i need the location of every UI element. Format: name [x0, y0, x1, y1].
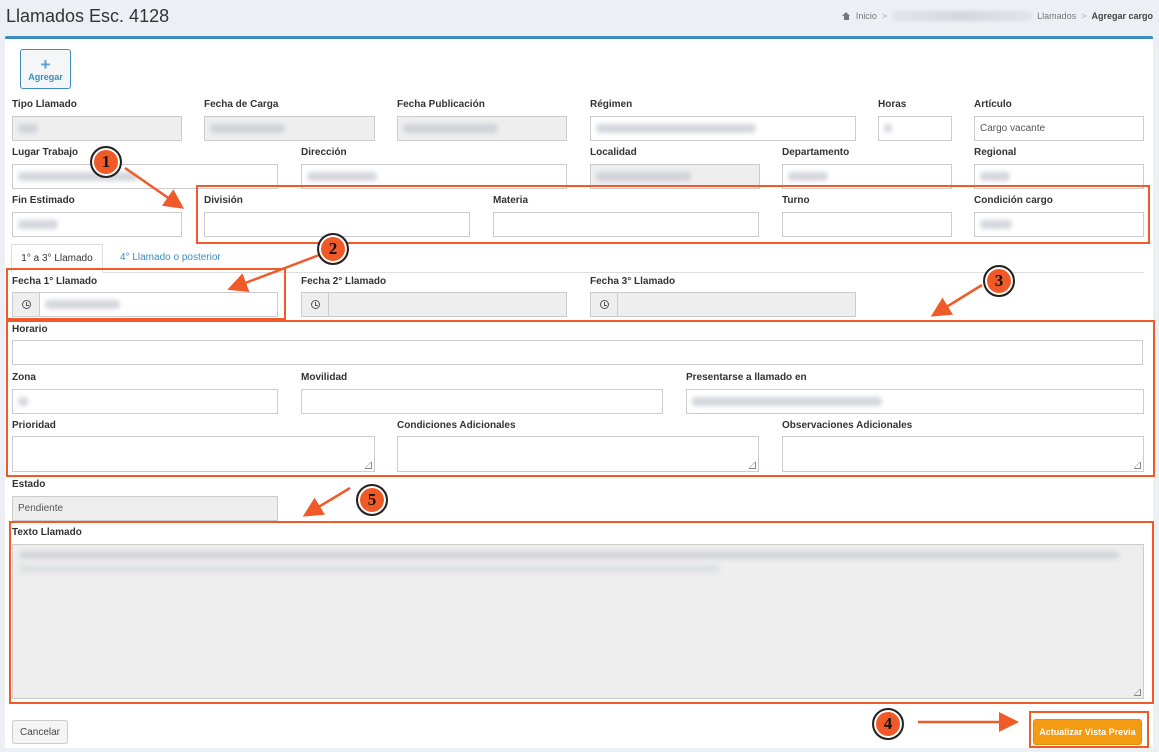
- tipo-llamado-field[interactable]: [12, 116, 182, 141]
- highlight-box-2: [6, 268, 286, 320]
- add-button-label: Agregar: [28, 71, 63, 82]
- tab-llamado-4-posterior[interactable]: 4° Llamado o posterior: [120, 252, 221, 263]
- articulo-field[interactable]: Cargo vacante: [974, 116, 1144, 141]
- highlight-box-3: [6, 320, 1155, 477]
- annotation-badge-4: 4: [872, 708, 904, 740]
- fin-estimado-label: Fin Estimado: [12, 195, 75, 206]
- fecha-3-field[interactable]: [617, 292, 856, 317]
- breadcrumb-separator: >: [1081, 11, 1087, 21]
- articulo-label: Artículo: [974, 99, 1012, 110]
- add-button[interactable]: + Agregar: [20, 49, 71, 89]
- fecha-carga-label: Fecha de Carga: [204, 99, 279, 110]
- breadcrumb-llamados[interactable]: Llamados: [1037, 11, 1076, 21]
- tipo-llamado-label: Tipo Llamado: [12, 99, 77, 110]
- departamento-label: Departamento: [782, 147, 850, 158]
- fecha-2-label: Fecha 2° Llamado: [301, 276, 387, 287]
- breadcrumb-current: Agregar cargo: [1091, 11, 1153, 21]
- breadcrumb-separator: >: [881, 11, 888, 21]
- localidad-label: Localidad: [590, 147, 637, 158]
- annotation-badge-1: 1: [90, 146, 122, 178]
- breadcrumb-school-redacted[interactable]: [892, 11, 1033, 21]
- content-header: Llamados Esc. 4128 Inicio > Llamados > A…: [0, 0, 1159, 36]
- cancel-button[interactable]: Cancelar: [12, 720, 68, 744]
- fecha-3-label: Fecha 3° Llamado: [590, 276, 676, 287]
- highlight-box-5: [9, 521, 1154, 704]
- page-title: Llamados Esc. 4128: [6, 6, 170, 26]
- home-icon: [841, 12, 851, 20]
- regional-label: Regional: [974, 147, 1017, 158]
- fin-estimado-field[interactable]: [12, 212, 182, 237]
- annotation-badge-3: 3: [983, 265, 1015, 297]
- annotation-badge-2: 2: [317, 233, 349, 265]
- fecha-publicacion-field[interactable]: [397, 116, 567, 141]
- lugar-trabajo-label: Lugar Trabajo: [12, 147, 79, 158]
- estado-field[interactable]: Pendiente: [12, 496, 278, 521]
- horas-field[interactable]: [878, 116, 952, 141]
- fecha-carga-field[interactable]: [204, 116, 375, 141]
- fecha-2-field[interactable]: [328, 292, 567, 317]
- horas-label: Horas: [878, 99, 907, 110]
- regimen-field[interactable]: [590, 116, 856, 141]
- estado-label: Estado: [12, 479, 46, 490]
- breadcrumb: Inicio > Llamados > Agregar cargo: [841, 11, 1153, 21]
- clock-icon: [599, 300, 609, 309]
- breadcrumb-home[interactable]: Inicio: [856, 11, 877, 21]
- highlight-box-4: [1029, 711, 1149, 748]
- direccion-label: Dirección: [301, 147, 347, 158]
- clock-icon: [310, 300, 320, 309]
- fecha-3-clock-addon[interactable]: [590, 292, 618, 317]
- regimen-label: Régimen: [590, 99, 633, 110]
- fecha-publicacion-label: Fecha Publicación: [397, 99, 485, 110]
- fecha-2-clock-addon[interactable]: [301, 292, 329, 317]
- annotation-badge-5: 5: [356, 484, 388, 516]
- plus-icon: +: [40, 54, 51, 74]
